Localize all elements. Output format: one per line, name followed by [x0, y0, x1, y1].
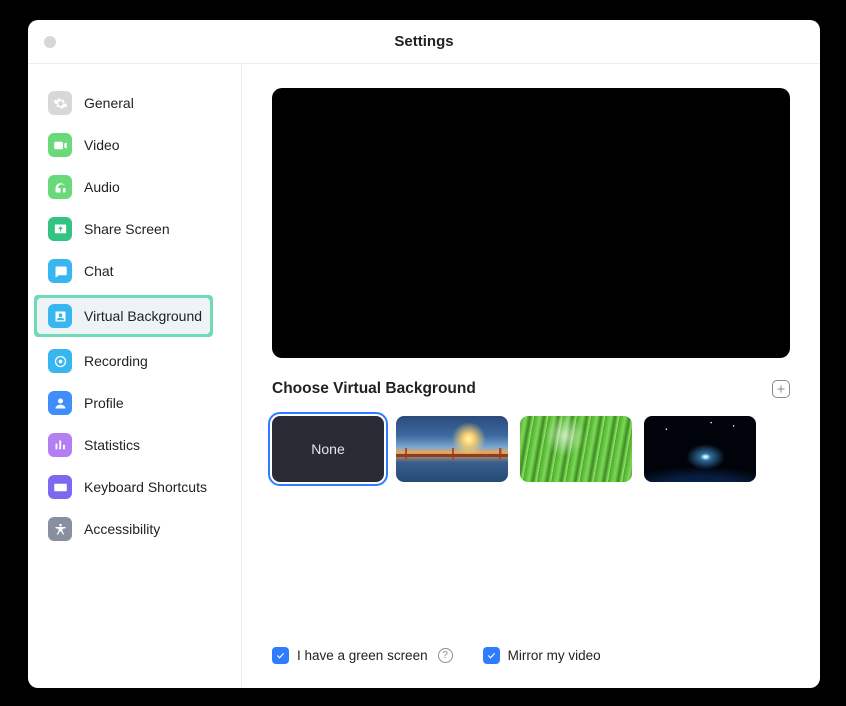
sidebar-item-accessibility[interactable]: Accessibility [28, 508, 241, 550]
mirror-video-checkbox[interactable]: Mirror my video [483, 647, 601, 664]
checkbox-checked-icon [272, 647, 289, 664]
sidebar-item-label: Keyboard Shortcuts [84, 479, 207, 495]
sidebar-item-chat[interactable]: Chat [28, 250, 241, 292]
background-option-grass[interactable] [520, 416, 632, 482]
sidebar-item-label: Statistics [84, 437, 140, 453]
video-camera-icon [48, 133, 72, 157]
background-option-space[interactable] [644, 416, 756, 482]
sidebar-item-label: Profile [84, 395, 124, 411]
keyboard-icon [48, 475, 72, 499]
sidebar-item-recording[interactable]: Recording [28, 340, 241, 382]
sidebar-selected-highlight: Virtual Background [34, 295, 213, 337]
background-option-none[interactable]: None [272, 416, 384, 482]
headphones-icon [48, 175, 72, 199]
background-option-bridge[interactable] [396, 416, 508, 482]
video-preview [272, 88, 790, 358]
sidebar-item-profile[interactable]: Profile [28, 382, 241, 424]
share-screen-icon [48, 217, 72, 241]
sidebar-item-label: General [84, 95, 134, 111]
settings-window: Settings General Video Audio [28, 20, 820, 688]
help-icon[interactable]: ? [438, 648, 453, 663]
sidebar-item-label: Video [84, 137, 120, 153]
sidebar-item-share-screen[interactable]: Share Screen [28, 208, 241, 250]
sidebar-item-audio[interactable]: Audio [28, 166, 241, 208]
chat-bubble-icon [48, 259, 72, 283]
sidebar-item-label: Chat [84, 263, 114, 279]
choose-background-label: Choose Virtual Background [272, 380, 476, 398]
main-panel: Choose Virtual Background None I [242, 64, 820, 688]
virtual-background-icon [48, 304, 72, 328]
green-screen-checkbox[interactable]: I have a green screen ? [272, 647, 453, 664]
close-icon[interactable] [44, 36, 56, 48]
sidebar-item-label: Share Screen [84, 221, 170, 237]
sidebar: General Video Audio Share Screen [28, 64, 242, 688]
chart-bar-icon [48, 433, 72, 457]
window-title: Settings [394, 33, 453, 50]
choose-background-row: Choose Virtual Background [272, 380, 790, 398]
sidebar-item-label: Virtual Background [84, 308, 202, 324]
window-controls[interactable] [44, 36, 56, 48]
checkbox-label: Mirror my video [508, 648, 601, 663]
background-option-label: None [311, 441, 344, 457]
sidebar-item-label: Accessibility [84, 521, 160, 537]
checkbox-label: I have a green screen [297, 648, 428, 663]
titlebar: Settings [28, 20, 820, 64]
profile-icon [48, 391, 72, 415]
sidebar-item-virtual-background[interactable]: Virtual Background [28, 292, 241, 340]
sidebar-item-video[interactable]: Video [28, 124, 241, 166]
background-options: None [272, 416, 790, 482]
sidebar-item-label: Recording [84, 353, 148, 369]
window-body: General Video Audio Share Screen [28, 64, 820, 688]
footer-options: I have a green screen ? Mirror my video [272, 647, 790, 668]
gear-icon [48, 91, 72, 115]
sidebar-item-general[interactable]: General [28, 82, 241, 124]
sidebar-item-label: Audio [84, 179, 120, 195]
accessibility-icon [48, 517, 72, 541]
checkbox-checked-icon [483, 647, 500, 664]
sidebar-item-keyboard-shortcuts[interactable]: Keyboard Shortcuts [28, 466, 241, 508]
add-background-button[interactable] [772, 380, 790, 398]
sidebar-item-statistics[interactable]: Statistics [28, 424, 241, 466]
record-icon [48, 349, 72, 373]
